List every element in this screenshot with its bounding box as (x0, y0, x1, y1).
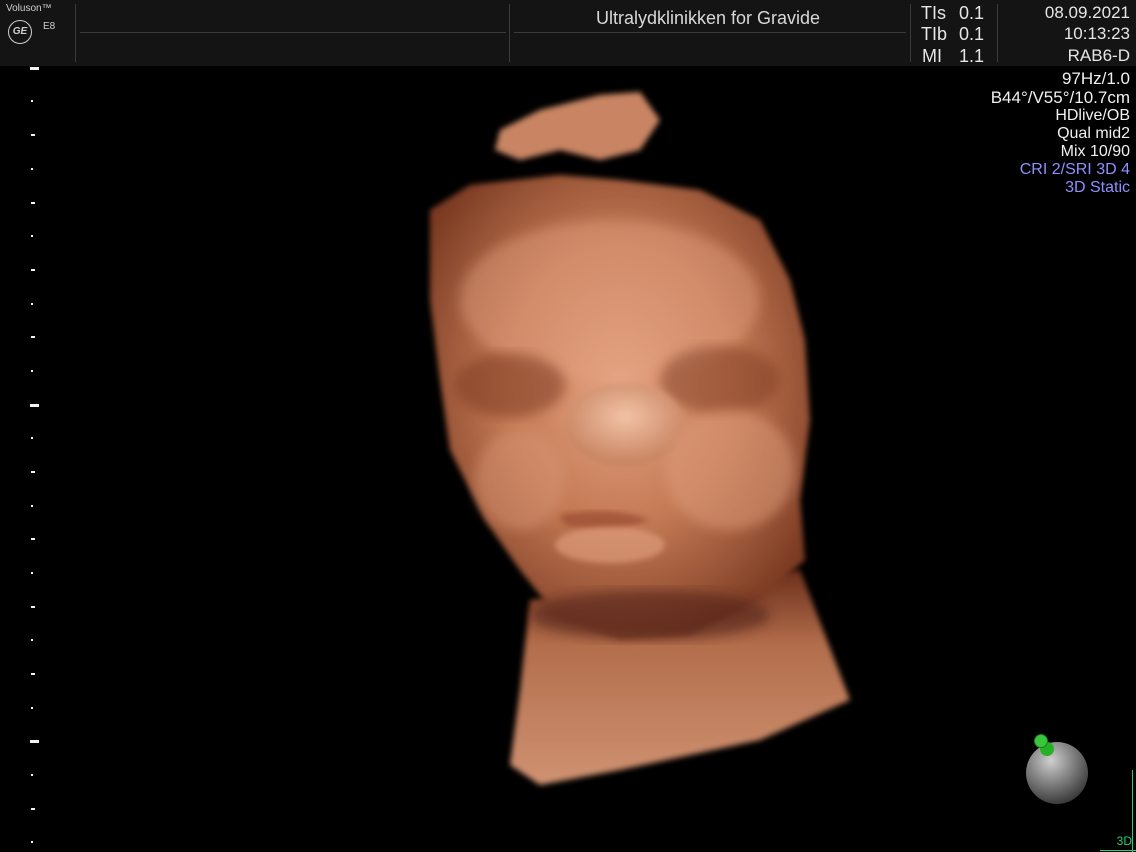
cri-sri-setting: CRI 2/SRI 3D 4 (1019, 161, 1130, 178)
depth-tick (31, 639, 33, 641)
divider (997, 4, 998, 62)
brand-name: Voluson™ (6, 3, 52, 14)
exam-date: 08.09.2021 (1044, 3, 1130, 22)
view-mode-label: 3D (1116, 834, 1132, 848)
exam-time: 10:13:23 (1063, 24, 1130, 43)
quality-setting: Qual mid2 (1057, 125, 1130, 142)
static-mode: 3D Static (1065, 179, 1130, 196)
divider (514, 32, 906, 33)
mi-label: MI (922, 46, 942, 66)
clinic-name: Ultralydklinikken for Gravide (595, 8, 821, 28)
depth-tick (31, 538, 35, 540)
orientation-marker-icon (1034, 734, 1048, 748)
depth-tick (31, 808, 35, 810)
depth-tick-major (30, 67, 39, 70)
depth-tick-major (30, 740, 39, 743)
depth-tick (31, 707, 33, 709)
divider (910, 4, 911, 62)
tib-value: 0.1 (959, 24, 985, 44)
divider (75, 4, 76, 62)
orientation-ball-icon[interactable] (1026, 742, 1088, 804)
depth-tick (31, 505, 33, 507)
mi-value: 1.1 (959, 46, 985, 66)
volume-angles: B44°/V55°/10.7cm (990, 88, 1130, 107)
tis-label: TIs (921, 3, 946, 23)
view-frame-edge (1132, 770, 1133, 852)
depth-tick (31, 202, 35, 204)
depth-tick (31, 673, 35, 675)
tib-label: TIb (921, 24, 948, 44)
ge-logo-icon: GE (8, 20, 32, 44)
header-bar: Voluson™ GE E8 Ultralydklinikken for Gra… (0, 0, 1136, 66)
probe-name: RAB6-D (1067, 46, 1130, 65)
frame-rate: 97Hz/1.0 (1061, 69, 1130, 88)
depth-tick (31, 100, 33, 102)
depth-tick-major (30, 404, 39, 407)
depth-tick (31, 370, 33, 372)
render-mode: HDlive/OB (1055, 107, 1130, 124)
depth-tick (31, 572, 33, 574)
depth-tick (31, 134, 35, 136)
depth-tick (31, 336, 35, 338)
depth-tick (31, 471, 35, 473)
tis-value: 0.1 (959, 3, 985, 23)
depth-tick (31, 774, 33, 776)
depth-tick (31, 303, 33, 305)
mix-setting: Mix 10/90 (1060, 143, 1130, 160)
divider (509, 4, 510, 62)
depth-tick (31, 168, 33, 170)
depth-tick (31, 606, 35, 608)
depth-tick (31, 269, 35, 271)
view-frame-edge (1100, 850, 1136, 851)
divider (80, 32, 506, 33)
depth-tick (31, 437, 33, 439)
depth-tick (31, 235, 33, 237)
model-name: E8 (43, 21, 56, 32)
3d-fetal-face-render (430, 92, 850, 785)
depth-tick (31, 841, 33, 843)
